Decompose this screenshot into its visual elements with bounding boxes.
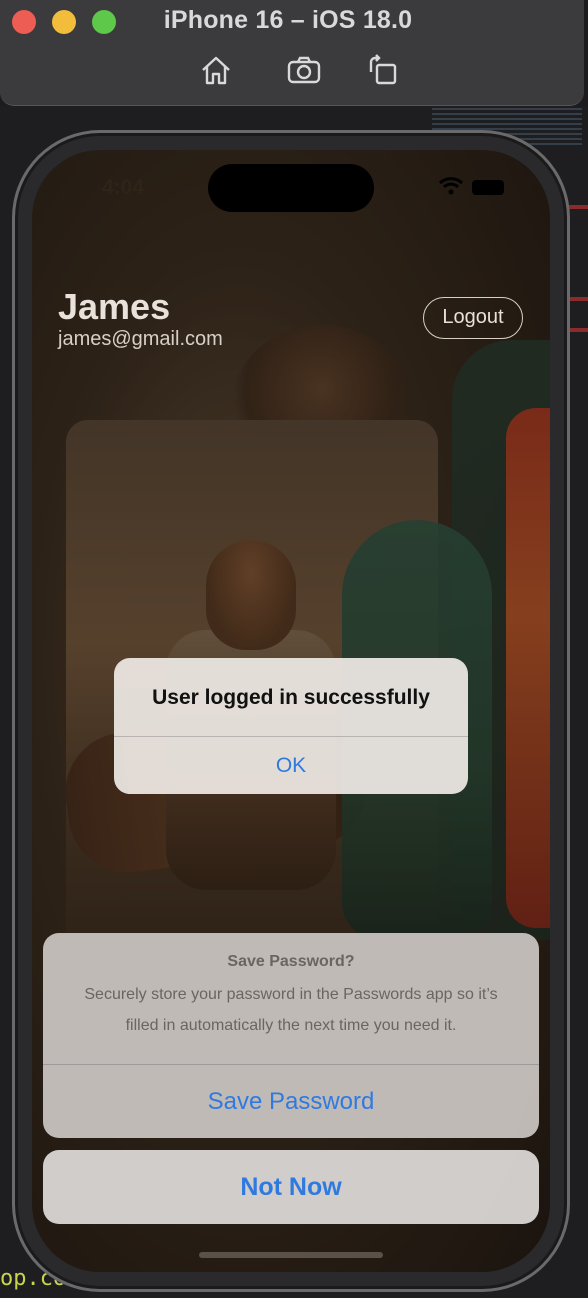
status-time: 4:04 (102, 176, 145, 199)
battery-icon (472, 180, 504, 195)
window-title: iPhone 16 – iOS 18.0 (163, 6, 413, 34)
success-alert: User logged in successfully OK (114, 658, 468, 794)
home-button[interactable] (198, 52, 234, 88)
save-password-button[interactable]: Save Password (43, 1065, 539, 1138)
user-email: james@gmail.com (58, 328, 223, 350)
logout-button[interactable]: Logout (423, 297, 523, 339)
iphone-screen: 4:04 James james@gmail.com Logout User l… (32, 150, 550, 1272)
wifi-icon (438, 177, 464, 195)
alert-title: User logged in successfully (152, 686, 430, 709)
camera-icon (287, 56, 321, 84)
simulator-titlebar: iPhone 16 – iOS 18.0 (0, 0, 584, 106)
sheet-title: Save Password? (227, 953, 355, 970)
home-indicator[interactable] (199, 1252, 383, 1258)
save-password-sheet: Save Password? Securely store your passw… (43, 933, 539, 1138)
sheet-message: Securely store your password in the Pass… (84, 986, 498, 1034)
user-name: James (58, 286, 171, 327)
not-now-button[interactable]: Not Now (43, 1150, 539, 1224)
dynamic-island (208, 164, 374, 212)
screenshot-button[interactable] (286, 52, 322, 88)
home-icon (202, 56, 230, 85)
alert-ok-button[interactable]: OK (114, 737, 468, 794)
rotate-button[interactable] (365, 52, 401, 88)
rotate-icon (369, 54, 397, 85)
